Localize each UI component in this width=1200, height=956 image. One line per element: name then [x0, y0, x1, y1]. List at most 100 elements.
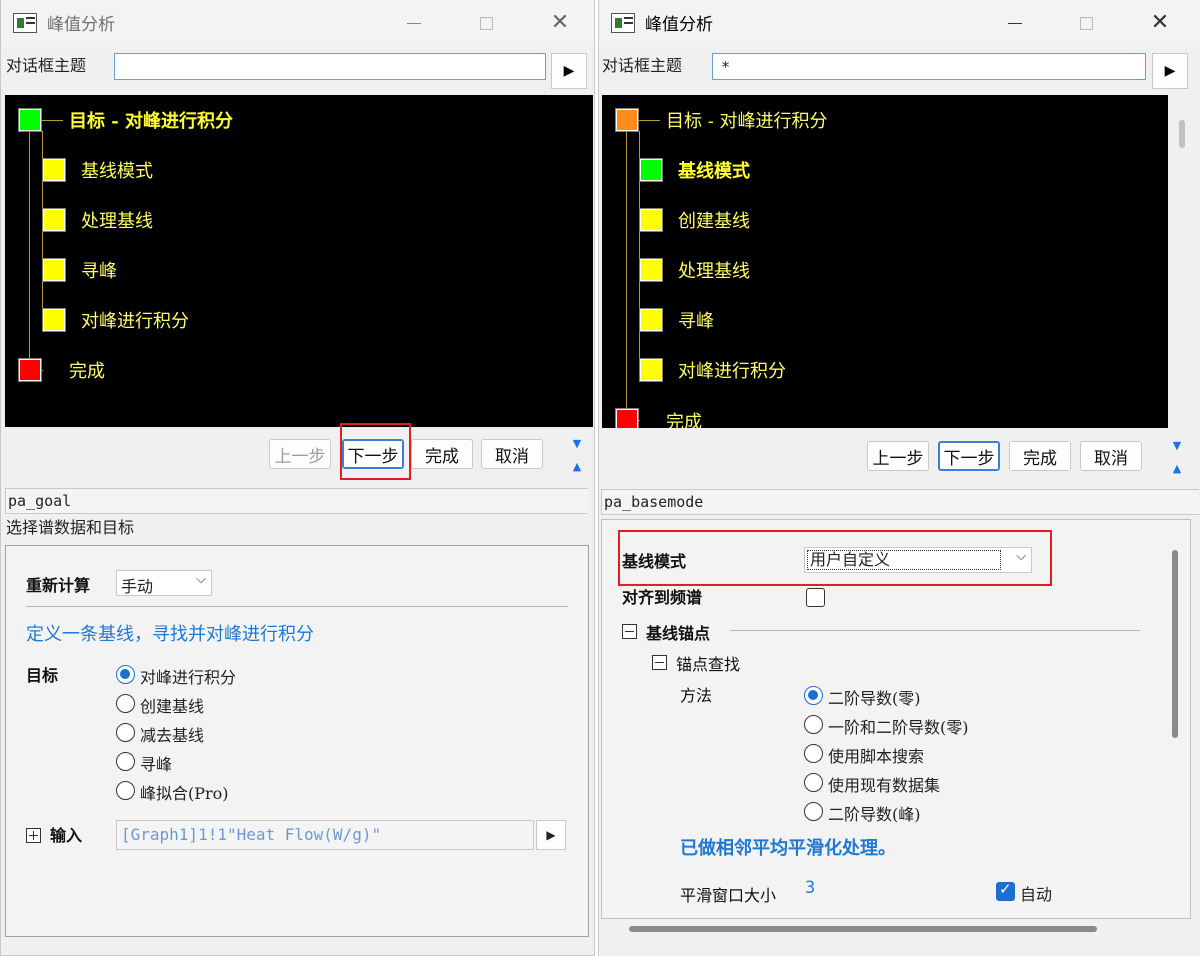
goal-option-peak-fit[interactable]: 峰拟合(Pro)	[140, 780, 229, 804]
dialog-theme-input[interactable]	[114, 53, 546, 80]
finish-button[interactable]: 完成	[1009, 441, 1071, 471]
close-button[interactable]: ✕	[537, 0, 583, 46]
step-node-integrate-peaks[interactable]	[640, 359, 662, 381]
goal-radio-find-peaks[interactable]	[116, 752, 135, 771]
input-menu-button[interactable]: ▶	[536, 820, 566, 850]
minimize-button[interactable]	[992, 0, 1038, 46]
method-option-script-search[interactable]: 使用脚本搜索	[828, 743, 924, 767]
goal-radio-create-baseline[interactable]	[116, 694, 135, 713]
method-label: 方法	[680, 686, 713, 705]
step-label-finish[interactable]: 完成	[666, 408, 702, 428]
step-node-create-baseline[interactable]	[640, 209, 662, 231]
step-label-integrate-peaks[interactable]: 对峰进行积分	[81, 307, 189, 333]
maximize-button[interactable]	[1063, 0, 1109, 46]
recalculate-combo[interactable]: 手动 ⌵	[116, 570, 212, 596]
step-label-find-peaks[interactable]: 寻峰	[81, 257, 117, 283]
step-node-goal[interactable]	[19, 109, 41, 131]
annotation-highlight-baseline-mode	[618, 530, 1052, 586]
snap-to-spectrum-checkbox[interactable]	[806, 588, 825, 607]
title-bar[interactable]: 峰值分析 ✕	[599, 0, 1200, 46]
step-node-integrate-peaks[interactable]	[43, 309, 65, 331]
auto-checkbox[interactable]: ✓	[996, 880, 1015, 901]
method-option-second-derivative-peak[interactable]: 二阶导数(峰)	[828, 801, 921, 825]
theme-menu-button[interactable]: ▶	[551, 53, 587, 89]
anchor-collapse-icon[interactable]	[622, 624, 637, 639]
finish-button[interactable]: 完成	[411, 439, 473, 469]
anchor-find-collapse-icon[interactable]	[652, 655, 667, 670]
goal-option-subtract-baseline[interactable]: 减去基线	[140, 722, 204, 746]
step-label-find-peaks[interactable]: 寻峰	[678, 307, 714, 333]
step-node-baseline-mode[interactable]	[640, 159, 662, 181]
input-data-field[interactable]: [Graph1]1!1"Heat Flow(W/g)"	[116, 820, 534, 850]
step-label-integrate-peaks[interactable]: 对峰进行积分	[678, 357, 786, 383]
collapse-up-button[interactable]: ▲	[563, 457, 591, 475]
play-arrow-icon: ▶	[546, 828, 556, 842]
step-label-goal[interactable]: 目标 - 对峰进行积分	[666, 107, 828, 133]
method-radio-second-derivative-peak[interactable]	[804, 802, 823, 821]
step-node-process-baseline[interactable]	[43, 209, 65, 231]
step-label-process-baseline[interactable]: 处理基线	[81, 207, 153, 233]
cancel-button[interactable]: 取消	[1080, 441, 1142, 471]
step-node-goal[interactable]	[616, 109, 638, 131]
recalculate-label: 重新计算	[26, 576, 91, 595]
window-title: 峰值分析	[47, 15, 115, 35]
window-title: 峰值分析	[645, 15, 713, 35]
method-radio-second-derivative-zero[interactable]	[804, 686, 823, 705]
maximize-button[interactable]	[463, 0, 509, 46]
collapse-up-button[interactable]: ▲	[1163, 459, 1191, 477]
title-bar[interactable]: 峰值分析 ✕	[1, 0, 594, 46]
annotation-highlight-next	[340, 423, 411, 480]
panel-horizontal-scrollbar[interactable]	[629, 926, 1097, 932]
collapse-down-button[interactable]: ▼	[1163, 436, 1191, 454]
method-radio-existing-dataset[interactable]	[804, 773, 823, 792]
step-label-process-baseline[interactable]: 处理基线	[678, 257, 750, 283]
method-radio-first-second-derivative[interactable]	[804, 715, 823, 734]
goal-radio-peak-fit[interactable]	[116, 781, 135, 800]
step-node-process-baseline[interactable]	[640, 259, 662, 281]
triangle-down-icon: ▼	[1172, 438, 1182, 452]
smooth-window-value[interactable]: 3	[805, 878, 815, 898]
page-description: 选择谱数据和目标	[6, 518, 135, 537]
goal-radio-integrate[interactable]	[116, 665, 135, 684]
prev-button[interactable]: 上一步	[867, 441, 929, 471]
theme-menu-button[interactable]: ▶	[1152, 53, 1188, 89]
step-node-finish[interactable]	[19, 359, 41, 381]
dialog-theme-input[interactable]: *	[712, 53, 1146, 80]
peak-analyzer-window-goal: 峰值分析 ✕ 对话框主题 ▶ 目标 - 对峰进行积分 基线模式 处理基线 寻峰 …	[0, 0, 595, 956]
step-label-baseline-mode[interactable]: 基线模式	[678, 157, 750, 183]
auto-label[interactable]: 自动	[1020, 881, 1052, 905]
goal-option-find-peaks[interactable]: 寻峰	[140, 751, 172, 775]
input-expand-icon[interactable]	[26, 828, 41, 843]
panel-vertical-scrollbar[interactable]	[1172, 550, 1178, 738]
method-option-first-second-derivative[interactable]: 一阶和二阶导数(零)	[828, 714, 969, 738]
minimize-icon	[1008, 22, 1022, 24]
step-node-find-peaks[interactable]	[43, 259, 65, 281]
step-label-finish[interactable]: 完成	[69, 357, 105, 383]
method-option-existing-dataset[interactable]: 使用现有数据集	[828, 772, 940, 796]
tree-scrollbar[interactable]	[1179, 120, 1185, 148]
method-option-second-derivative-zero[interactable]: 二阶导数(零)	[828, 685, 921, 709]
page-name-field: pa_goal	[5, 488, 588, 514]
step-node-find-peaks[interactable]	[640, 309, 662, 331]
close-button[interactable]: ✕	[1137, 0, 1183, 46]
step-label-baseline-mode[interactable]: 基线模式	[81, 157, 153, 183]
method-radio-script-search[interactable]	[804, 744, 823, 763]
prev-button[interactable]: 上一步	[269, 439, 331, 469]
dialog-theme-label: 对话框主题	[6, 56, 87, 75]
step-label-goal[interactable]: 目标 - 对峰进行积分	[69, 107, 233, 133]
smooth-window-label: 平滑窗口大小	[680, 886, 777, 905]
step-node-finish[interactable]	[616, 409, 638, 428]
next-button[interactable]: 下一步	[938, 441, 1000, 471]
goal-radio-subtract-baseline[interactable]	[116, 723, 135, 742]
step-node-baseline-mode[interactable]	[43, 159, 65, 181]
settings-panel: 重新计算 手动 ⌵ 定义一条基线，寻找并对峰进行积分 目标 对峰进行积分 创建基…	[5, 545, 589, 937]
check-icon: ✓	[999, 880, 1012, 898]
cancel-button[interactable]: 取消	[481, 439, 543, 469]
goal-option-integrate[interactable]: 对峰进行积分	[140, 664, 236, 688]
step-label-create-baseline[interactable]: 创建基线	[678, 207, 750, 233]
minimize-button[interactable]	[391, 0, 437, 46]
triangle-up-icon: ▲	[572, 459, 582, 473]
collapse-down-button[interactable]: ▼	[563, 434, 591, 452]
goal-option-create-baseline[interactable]: 创建基线	[140, 693, 204, 717]
play-arrow-icon: ▶	[563, 63, 575, 79]
